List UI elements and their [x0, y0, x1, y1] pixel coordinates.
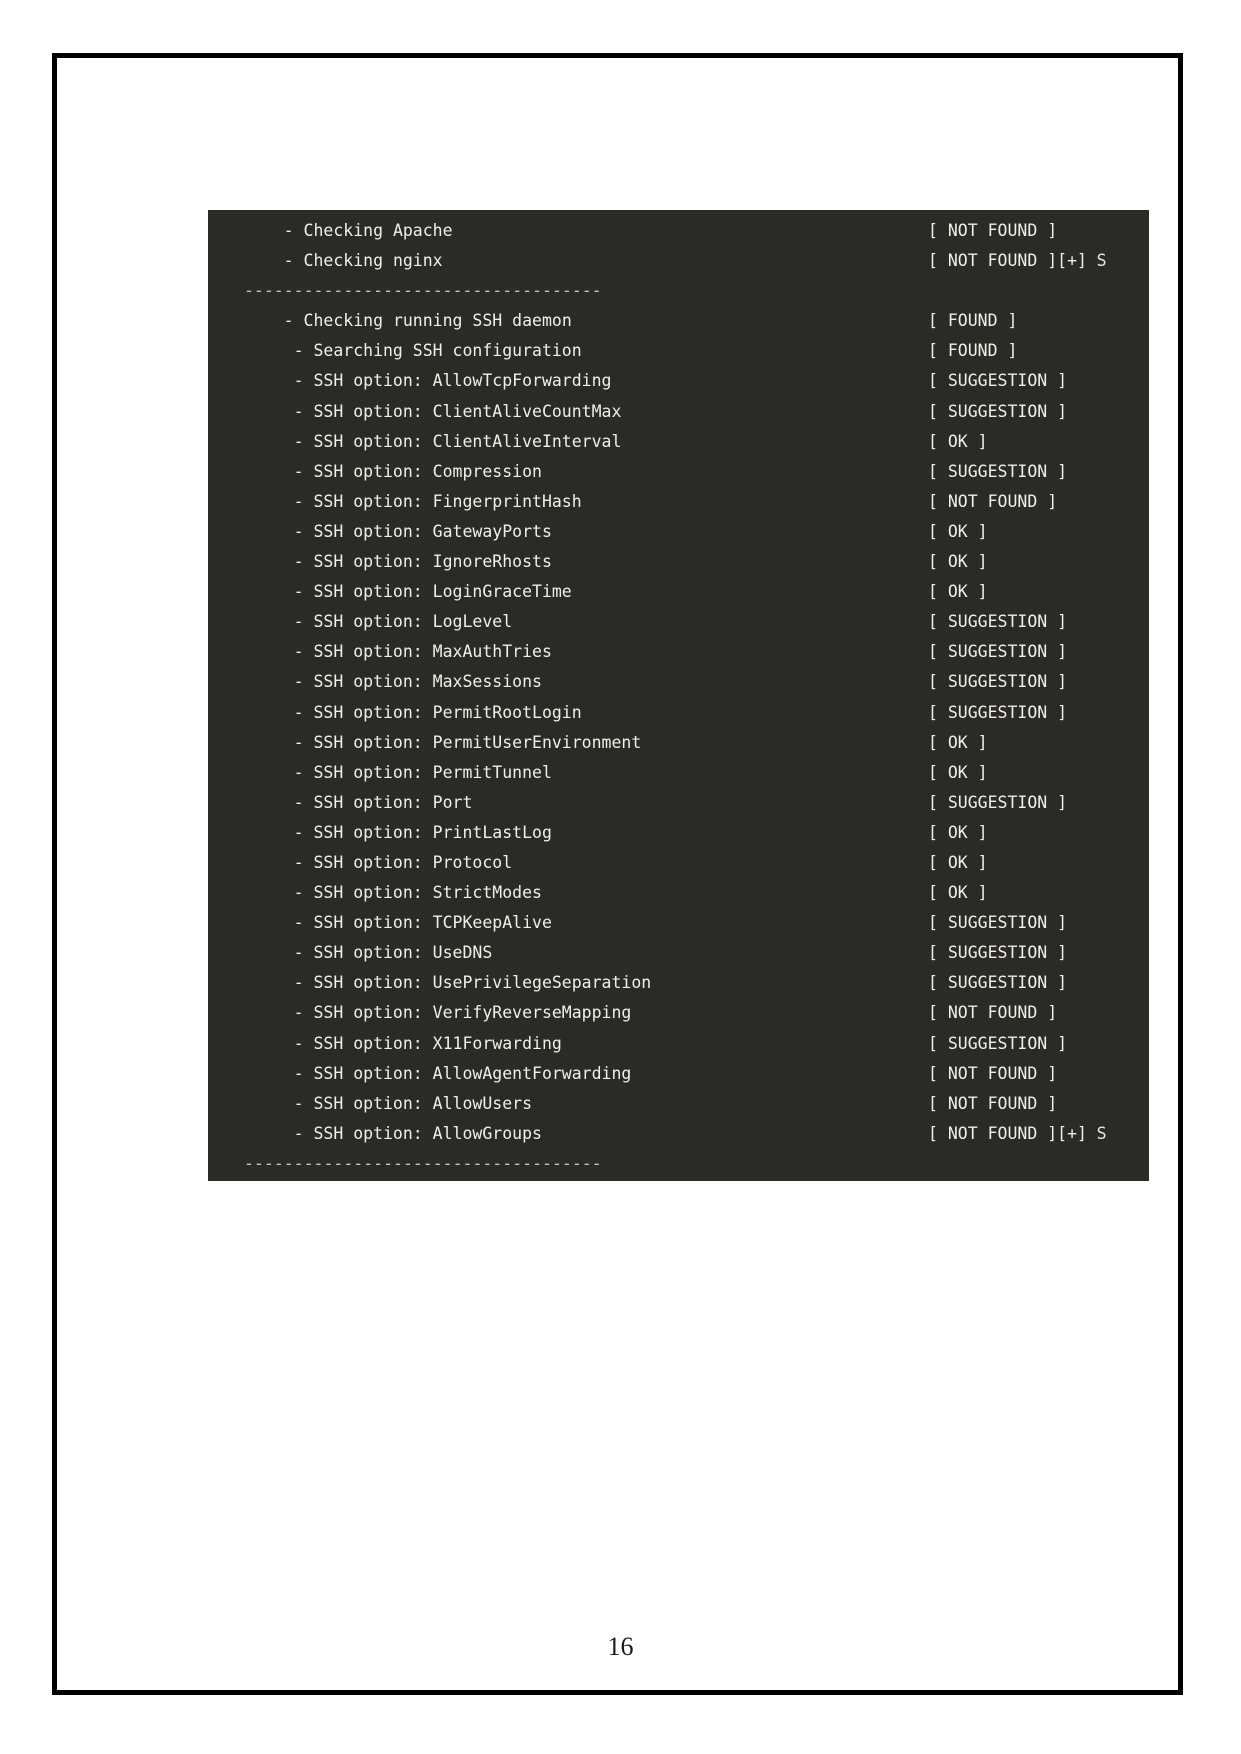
terminal-row: - SSH option: AllowGroups [ NOT FOUND ][+… — [208, 1119, 1149, 1149]
terminal-row-status: [ SUGGESTION ] — [928, 913, 1068, 933]
terminal-row: - SSH option: LogLevel [ SUGGESTION ] — [208, 607, 1149, 637]
divider-rule: ------------------------------------ — [244, 281, 602, 301]
terminal-row-label: - SSH option: Compression — [293, 461, 542, 481]
page-frame: - Checking Apache[ NOT FOUND ] - Checking… — [52, 53, 1183, 1695]
terminal-row-overflow-tail: S — [1096, 1123, 1107, 1143]
terminal-row-label: - SSH option: VerifyReverseMapping — [293, 1003, 632, 1023]
terminal-row-status: [ OK ] — [928, 883, 988, 903]
terminal-row: - SSH option: AllowTcpForwarding [ SUGGES… — [208, 366, 1149, 396]
terminal-row-label: - SSH option: PrintLastLog — [293, 822, 552, 842]
terminal-row-label: - SSH option: AllowTcpForwarding — [293, 371, 612, 391]
terminal-row-label: - SSH option: LogLevel — [293, 612, 513, 632]
page-number: 16 — [607, 1632, 634, 1661]
terminal-row-status: [ FOUND ] — [928, 311, 1018, 331]
terminal-row-status: [ OK ] — [928, 852, 988, 872]
terminal-row-label: - SSH option: Port — [293, 792, 473, 812]
terminal-row-status: [ NOT FOUND ] — [928, 1003, 1058, 1023]
terminal-row-status: [ SUGGESTION ] — [928, 401, 1068, 421]
terminal-row: - SSH option: MaxAuthTries [ SUGGESTION ] — [208, 637, 1149, 667]
terminal-row-status: [ SUGGESTION ] — [928, 1033, 1068, 1053]
terminal-row: - SSH option: IgnoreRhosts [ OK ] — [208, 547, 1149, 577]
terminal-row-status: [ NOT FOUND ] — [928, 1093, 1058, 1113]
terminal-row-label: - Checking nginx — [283, 251, 443, 271]
terminal-row-status: [ FOUND ] — [928, 341, 1018, 361]
terminal-output-block: - Checking Apache[ NOT FOUND ] - Checking… — [208, 210, 1149, 1181]
terminal-row-overflow-tail: S — [1096, 251, 1107, 271]
terminal-row-label: - SSH option: AllowAgentForwarding — [293, 1063, 632, 1083]
terminal-row: - SSH option: TCPKeepAlive [ SUGGESTION ] — [208, 908, 1149, 938]
terminal-row-status: [ SUGGESTION ] — [928, 371, 1068, 391]
terminal-row: - SSH option: Compression [ SUGGESTION ] — [208, 457, 1149, 487]
terminal-row: - Searching SSH configuration [ FOUND ] — [208, 336, 1149, 366]
terminal-row: - SSH option: StrictModes [ OK ] — [208, 878, 1149, 908]
terminal-row-label: - SSH option: LoginGraceTime — [293, 582, 572, 602]
terminal-row: - SSH option: Port [ SUGGESTION ] — [208, 788, 1149, 818]
terminal-row-status: [ SUGGESTION ] — [928, 612, 1068, 632]
terminal-row: - SSH option: MaxSessions [ SUGGESTION ] — [208, 667, 1149, 697]
terminal-row: - SSH option: FingerprintHash [ NOT FOUND… — [208, 487, 1149, 517]
terminal-row-status: [ OK ] — [928, 762, 988, 782]
terminal-row-label: - SSH option: PermitUserEnvironment — [293, 732, 642, 752]
terminal-row-label: - SSH option: AllowUsers — [293, 1093, 533, 1113]
terminal-row-label: - SSH option: ClientAliveCountMax — [293, 401, 622, 421]
terminal-row-label: - Checking Apache — [283, 221, 453, 240]
terminal-row: - SSH option: Protocol [ OK ] — [208, 848, 1149, 878]
terminal-row: - SSH option: PermitTunnel [ OK ] — [208, 758, 1149, 788]
terminal-row: - SSH option: PermitUserEnvironment [ OK … — [208, 728, 1149, 758]
terminal-row-label: - SSH option: PermitTunnel — [293, 762, 552, 782]
terminal-row: - SSH option: VerifyReverseMapping [ NOT … — [208, 998, 1149, 1028]
terminal-row-label: - Checking running SSH daemon — [283, 311, 572, 331]
terminal-row-label: - SSH option: AllowGroups — [293, 1123, 542, 1143]
terminal-row-label: - SSH option: StrictModes — [293, 883, 542, 903]
divider-rule: ------------------------------------ — [244, 1153, 602, 1173]
terminal-row-status: [ SUGGESTION ] — [928, 672, 1068, 692]
terminal-row-status: [ NOT FOUND ][+] — [928, 251, 1097, 271]
terminal-row-status: [ SUGGESTION ] — [928, 973, 1068, 993]
terminal-row: - SSH option: AllowAgentForwarding [ NOT … — [208, 1059, 1149, 1089]
terminal-row-status: [ NOT FOUND ][+] — [928, 1123, 1097, 1143]
terminal-row-status: [ NOT FOUND ] — [928, 221, 1058, 240]
terminal-row-status: [ OK ] — [928, 431, 988, 451]
terminal-row-status: [ SUGGESTION ] — [928, 642, 1068, 662]
terminal-row-status: [ SUGGESTION ] — [928, 943, 1068, 963]
terminal-row-label: - Searching SSH configuration — [293, 341, 582, 361]
terminal-row-status: [ SUGGESTION ] — [928, 702, 1068, 722]
terminal-row: - SSH option: AllowUsers [ NOT FOUND ] — [208, 1089, 1149, 1119]
terminal-row: - SSH option: UsePrivilegeSeparation [ SU… — [208, 968, 1149, 998]
terminal-row-label: - SSH option: X11Forwarding — [293, 1033, 562, 1053]
terminal-row: - SSH option: PermitRootLogin [ SUGGESTIO… — [208, 698, 1149, 728]
terminal-row-status: [ OK ] — [928, 552, 988, 572]
terminal-row-status: [ NOT FOUND ] — [928, 491, 1058, 511]
terminal-row: - SSH option: LoginGraceTime [ OK ] — [208, 577, 1149, 607]
terminal-divider: ------------------------------------ — [208, 276, 1149, 306]
terminal-row-status: [ OK ] — [928, 732, 988, 752]
terminal-row-label: - SSH option: PermitRootLogin — [293, 702, 582, 722]
terminal-row: - SSH option: ClientAliveInterval [ OK ] — [208, 427, 1149, 457]
terminal-row-status: [ SUGGESTION ] — [928, 792, 1068, 812]
terminal-row-label: - SSH option: MaxSessions — [293, 672, 542, 692]
terminal-row: - Checking Apache [ NOT FOUND ] — [208, 216, 1149, 246]
terminal-divider: ------------------------------------ — [208, 1149, 1149, 1179]
terminal-row: - SSH option: UseDNS [ SUGGESTION ] — [208, 938, 1149, 968]
terminal-row-label: - SSH option: IgnoreRhosts — [293, 552, 552, 572]
terminal-row: - Checking nginx [ NOT FOUND ][+] S — [208, 246, 1149, 276]
terminal-row-status: [ NOT FOUND ] — [928, 1063, 1058, 1083]
terminal-row-status: [ OK ] — [928, 582, 988, 602]
terminal-row-status: [ SUGGESTION ] — [928, 461, 1068, 481]
terminal-row: - Checking running SSH daemon [ FOUND ] — [208, 306, 1149, 336]
terminal-row: - SSH option: ClientAliveCountMax [ SUGGE… — [208, 397, 1149, 427]
terminal-row-label: - SSH option: ClientAliveInterval — [293, 431, 622, 451]
terminal-row: - SSH option: PrintLastLog [ OK ] — [208, 818, 1149, 848]
terminal-row-label: - SSH option: TCPKeepAlive — [293, 913, 552, 933]
terminal-row-label: - SSH option: GatewayPorts — [293, 521, 552, 541]
terminal-row-label: - SSH option: UsePrivilegeSeparation — [293, 973, 652, 993]
terminal-row: - SSH option: GatewayPorts [ OK ] — [208, 517, 1149, 547]
terminal-row: - SSH option: X11Forwarding [ SUGGESTION … — [208, 1029, 1149, 1059]
terminal-row-label: - SSH option: MaxAuthTries — [293, 642, 552, 662]
terminal-row-label: - SSH option: FingerprintHash — [293, 491, 582, 511]
terminal-row-label: - SSH option: UseDNS — [293, 943, 493, 963]
terminal-row-status: [ OK ] — [928, 521, 988, 541]
terminal-row-status: [ OK ] — [928, 822, 988, 842]
terminal-row-label: - SSH option: Protocol — [293, 852, 513, 872]
